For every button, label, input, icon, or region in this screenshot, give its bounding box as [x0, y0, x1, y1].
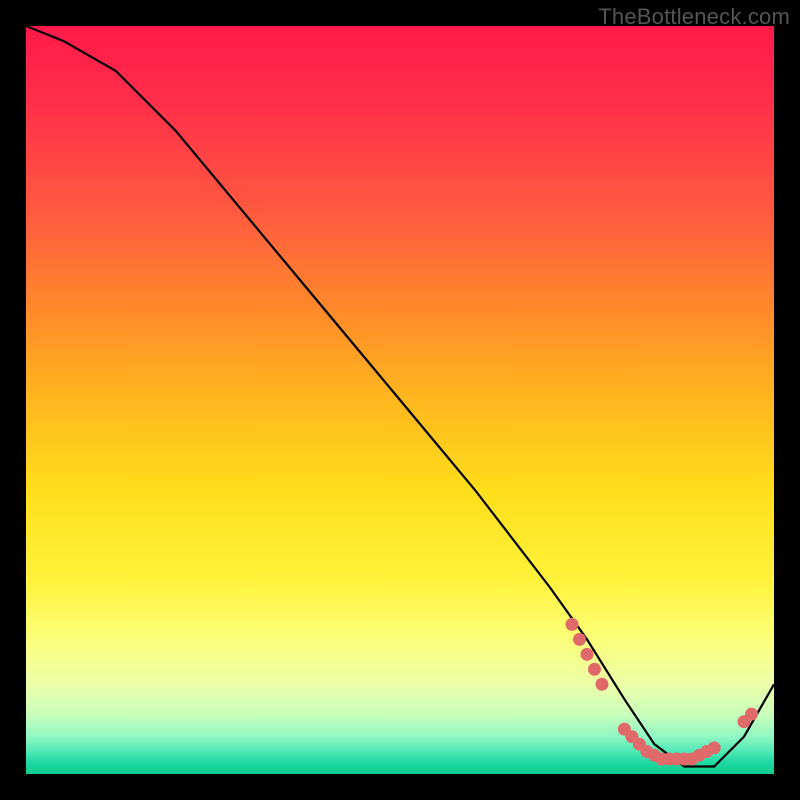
- highlight-dot: [566, 618, 579, 631]
- plot-overlay: [26, 26, 774, 774]
- highlight-dot: [708, 741, 721, 754]
- highlight-dot: [745, 708, 758, 721]
- chart-root: TheBottleneck.com: [0, 0, 800, 800]
- highlight-dots-group: [566, 618, 759, 766]
- watermark-text: TheBottleneck.com: [598, 4, 790, 30]
- highlight-dot: [573, 633, 586, 646]
- highlight-dot: [581, 648, 594, 661]
- highlight-dot: [595, 678, 608, 691]
- highlight-dot: [588, 663, 601, 676]
- bottleneck-curve-path: [26, 26, 774, 767]
